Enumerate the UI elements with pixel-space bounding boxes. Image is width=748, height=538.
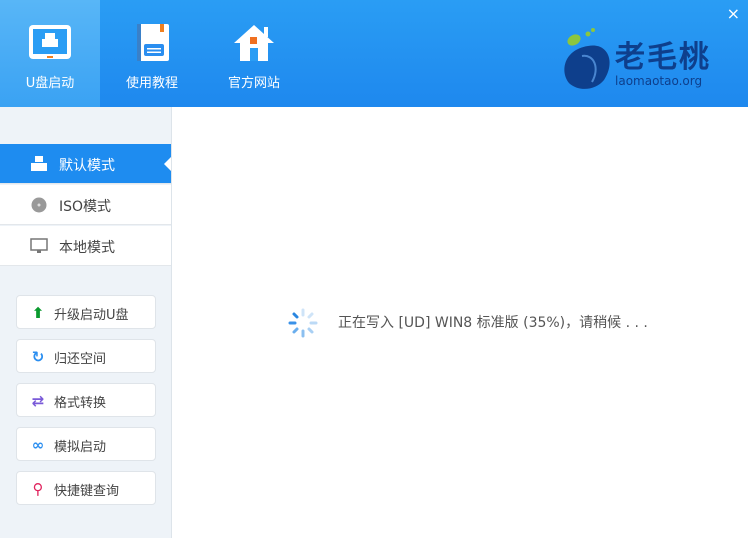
- tab-label: U盘启动: [25, 76, 75, 91]
- hotkey-lookup-button[interactable]: ⚲ 快捷键查询: [16, 471, 156, 505]
- format-convert-button[interactable]: ⇄ 格式转换: [16, 383, 156, 417]
- link-icon: ∞: [31, 436, 45, 454]
- refresh-icon: ↻: [31, 348, 45, 366]
- status-text: 正在写入 [UD] WIN8 标准版 (35%)，请稍候 . . .: [338, 315, 648, 331]
- mode-label: ISO模式: [59, 199, 112, 215]
- book-icon: [137, 24, 169, 61]
- search-icon: ⚲: [32, 480, 44, 498]
- close-button[interactable]: ×: [727, 4, 740, 23]
- button-label: 格式转换: [54, 396, 107, 411]
- restore-space-button[interactable]: ↻ 归还空间: [16, 339, 156, 373]
- logo: 老毛桃 laomaotao.org: [560, 28, 730, 94]
- tab-tutorial[interactable]: 使用教程: [102, 0, 202, 107]
- usb-monitor-icon: [29, 25, 71, 59]
- mode-local[interactable]: 本地模式: [0, 226, 171, 266]
- tab-label: 官方网站: [227, 76, 280, 91]
- tab-website[interactable]: 官方网站: [204, 0, 304, 107]
- header: U盘启动 使用教程 官方网站 × 老毛桃 laomaotao.org: [0, 0, 748, 107]
- button-label: 模拟启动: [54, 440, 107, 455]
- tab-label: 使用教程: [125, 76, 178, 91]
- button-label: 升级启动U盘: [54, 308, 129, 323]
- mode-label: 默认模式: [59, 158, 115, 174]
- mode-default[interactable]: 默认模式: [0, 144, 171, 184]
- monitor-icon: [30, 238, 48, 253]
- upgrade-usb-button[interactable]: ⬆ 升级启动U盘: [16, 295, 156, 329]
- usb-icon: [31, 156, 47, 171]
- mode-iso[interactable]: ISO模式: [0, 185, 171, 225]
- home-icon: [234, 25, 274, 61]
- tab-usb-boot[interactable]: U盘启动: [0, 0, 100, 107]
- swap-icon: ⇄: [31, 392, 45, 410]
- sidebar: 默认模式 ISO模式 本地模式 ⬆ 升级启动U盘 ↻ 归还空间 ⇄ 格式转换 ∞ 模拟启…: [0, 107, 172, 538]
- write-status: 正在写入 [UD] WIN8 标准版 (35%)，请稍候 . . .: [286, 308, 648, 338]
- button-label: 归还空间: [54, 352, 107, 367]
- logo-name: 老毛桃: [615, 40, 711, 75]
- peach-logo-icon: [564, 28, 610, 89]
- simulate-boot-button[interactable]: ∞ 模拟启动: [16, 427, 156, 461]
- button-label: 快捷键查询: [54, 484, 120, 499]
- mode-label: 本地模式: [59, 240, 115, 256]
- loading-spinner-icon: [288, 308, 318, 338]
- arrow-up-icon: ⬆: [31, 304, 45, 322]
- disc-icon: [31, 197, 47, 213]
- logo-url: laomaotao.org: [615, 74, 703, 88]
